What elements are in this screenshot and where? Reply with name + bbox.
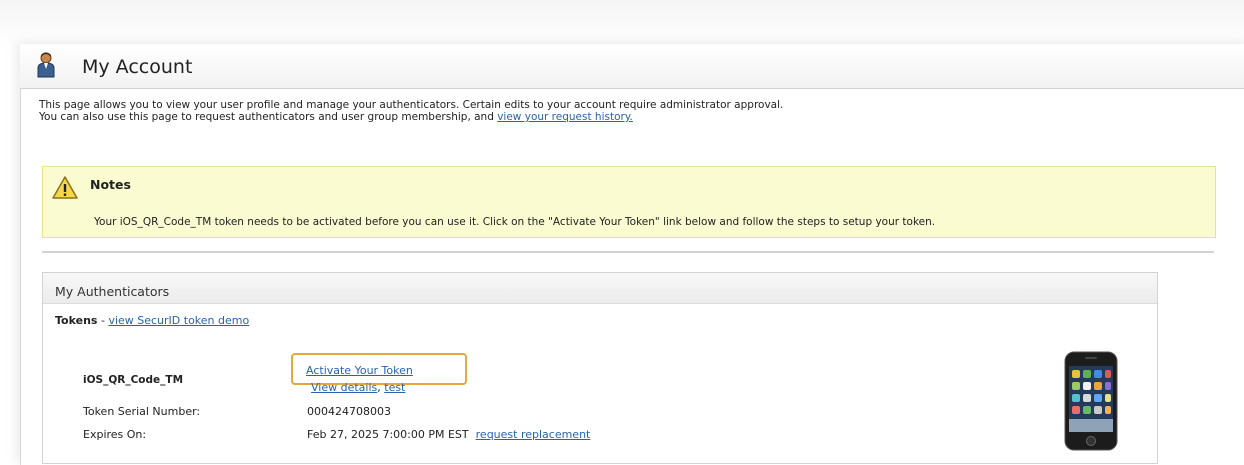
user-icon	[37, 52, 55, 78]
activate-token-link[interactable]: Activate Your Token	[306, 364, 413, 377]
expires-label: Expires On:	[83, 428, 147, 441]
smartphone-icon	[1064, 351, 1118, 451]
tokens-label: Tokens	[55, 314, 98, 327]
tokens-line: Tokens - view SecurID token demo	[55, 314, 249, 327]
authenticators-header: My Authenticators	[43, 273, 1157, 304]
page-title: My Account	[82, 56, 193, 78]
notes-box: Notes Your iOS_QR_Code_TM token needs to…	[42, 166, 1216, 238]
window-backdrop	[0, 0, 1244, 48]
authenticators-title: My Authenticators	[55, 284, 170, 299]
request-replacement-link[interactable]: request replacement	[476, 428, 591, 441]
warning-icon	[52, 176, 78, 199]
tokens-separator: -	[97, 314, 109, 327]
request-history-link[interactable]: view your request history.	[497, 111, 633, 123]
page-header	[20, 44, 1244, 89]
intro-line-1: This page allows you to view your user p…	[39, 99, 784, 111]
token-name: iOS_QR_Code_TM	[83, 374, 184, 386]
intro-line-2: You can also use this page to request au…	[39, 111, 1229, 123]
serial-value: 000424708003	[307, 405, 391, 418]
serial-label: Token Serial Number:	[83, 405, 201, 418]
authenticators-panel: My Authenticators Tokens - view SecurID …	[42, 272, 1158, 464]
intro-text: This page allows you to view your user p…	[39, 99, 1229, 123]
test-link[interactable]: test	[384, 381, 405, 394]
divider	[42, 251, 1214, 253]
intro-line-2-text: You can also use this page to request au…	[39, 111, 498, 123]
view-details-link[interactable]: View details	[311, 381, 377, 394]
securid-demo-link[interactable]: view SecurID token demo	[108, 314, 249, 327]
notes-title: Notes	[90, 177, 131, 192]
expires-row: Feb 27, 2025 7:00:00 PM EST request repl…	[307, 428, 590, 441]
notes-text: Your iOS_QR_Code_TM token needs to be ac…	[94, 216, 936, 228]
expires-value: Feb 27, 2025 7:00:00 PM EST	[307, 428, 469, 441]
token-actions: View details, test	[311, 381, 405, 394]
